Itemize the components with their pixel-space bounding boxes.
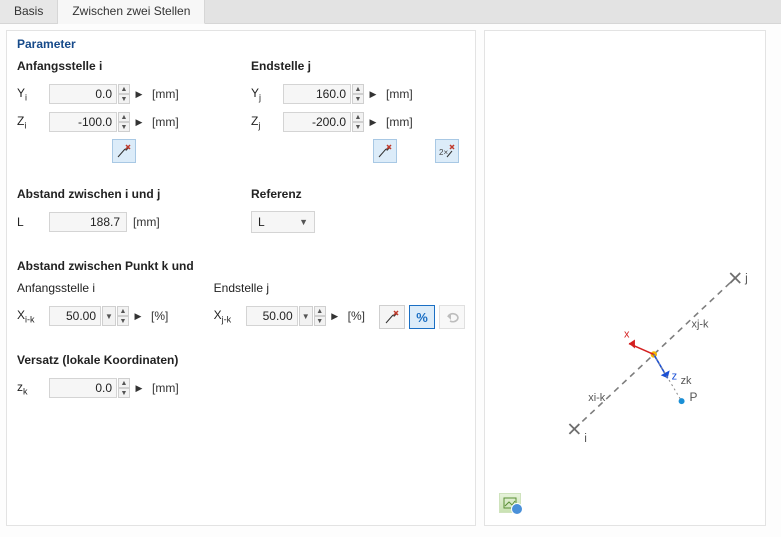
spinner-yi[interactable]: ▲ ▼ [118, 84, 130, 104]
spin-up-icon[interactable]: ▲ [352, 84, 364, 94]
spin-down-icon[interactable]: ▼ [118, 122, 130, 132]
label-yj: Yj [251, 86, 283, 102]
spinner-zj[interactable]: ▲ ▼ [352, 112, 364, 132]
label-distance-k: Abstand zwischen Punkt k und [17, 259, 465, 273]
undo-icon [444, 310, 460, 324]
label-offset: Versatz (lokale Koordinaten) [17, 353, 465, 367]
label-l: L [17, 215, 49, 229]
dropdown-xjk[interactable]: ▼ [299, 306, 313, 326]
label-startpoint-i: Anfangsstelle i [17, 59, 231, 73]
unit-percent: [%] [348, 309, 365, 323]
select-reference[interactable]: L ▼ [251, 211, 315, 233]
spinner-yj[interactable]: ▲ ▼ [352, 84, 364, 104]
input-yj[interactable]: 160.0 [283, 84, 351, 104]
dropdown-xik[interactable]: ▼ [102, 306, 116, 326]
label-endpoint-j-2: Endstelle j [214, 281, 365, 295]
spin-down-icon[interactable]: ▼ [118, 388, 130, 398]
spin-up-icon[interactable]: ▲ [118, 112, 130, 122]
input-zj[interactable]: -200.0 [283, 112, 351, 132]
spin-up-icon[interactable]: ▲ [118, 378, 130, 388]
unit-mm: [mm] [386, 115, 413, 129]
parameter-panel: Parameter Anfangsstelle i Yi 0.0 ▲ ▼ ▶ [… [6, 30, 476, 526]
label-zk: zk [17, 380, 49, 396]
spinner-zk[interactable]: ▲ ▼ [118, 378, 130, 398]
label-distance-ij: Abstand zwischen i und j [17, 187, 231, 201]
step-right-icon[interactable]: ▶ [132, 84, 146, 104]
select-reference-value: L [258, 215, 265, 229]
unit-mm: [mm] [152, 115, 179, 129]
app-window: Basis Zwischen zwei Stellen Parameter An… [0, 0, 781, 537]
diagram-label-j: j [744, 271, 748, 285]
spinner-xjk[interactable]: ▲ ▼ [314, 306, 326, 326]
spin-down-icon[interactable]: ▼ [314, 316, 326, 326]
spin-down-icon[interactable]: ▼ [352, 94, 364, 104]
label-reference: Referenz [251, 187, 465, 201]
step-right-icon[interactable]: ▶ [132, 378, 146, 398]
spin-down-icon[interactable]: ▼ [118, 94, 130, 104]
step-right-icon[interactable]: ▶ [366, 84, 380, 104]
input-xjk[interactable]: 50.00 [246, 306, 298, 326]
pick-point-i-button[interactable] [112, 139, 136, 163]
tab-bar: Basis Zwischen zwei Stellen [0, 0, 781, 24]
readout-distance: 188.7 [49, 212, 127, 232]
label-zi: Zi [17, 114, 49, 130]
label-endpoint-j: Endstelle j [251, 59, 465, 73]
panel-title: Parameter [17, 37, 465, 51]
label-zj: Zj [251, 114, 283, 130]
diagram-label-x: x [624, 329, 630, 341]
spinner-zi[interactable]: ▲ ▼ [118, 112, 130, 132]
unit-mm: [mm] [152, 87, 179, 101]
step-right-icon[interactable]: ▶ [131, 306, 145, 326]
chevron-down-icon: ▼ [299, 217, 308, 227]
diagram-label-xik: xi-k [588, 392, 606, 404]
image-icon [503, 497, 517, 509]
label-startpoint-i-2: Anfangsstelle i [17, 281, 194, 295]
unit-mm: [mm] [133, 215, 160, 229]
undo-button[interactable] [439, 305, 465, 329]
diagram-label-zk: zk [681, 375, 692, 387]
diagram-label-z: z [672, 370, 677, 382]
label-yi: Yi [17, 86, 49, 102]
spin-down-icon[interactable]: ▼ [117, 316, 129, 326]
input-xik[interactable]: 50.00 [49, 306, 101, 326]
unit-percent: [%] [151, 309, 168, 323]
diagram-label-p: P [690, 390, 698, 404]
diagram-label-i: i [584, 431, 587, 445]
svg-text:2×: 2× [439, 148, 448, 157]
spin-up-icon[interactable]: ▲ [118, 84, 130, 94]
spin-down-icon[interactable]: ▼ [352, 122, 364, 132]
preview-panel: i j x z zk P xi-k xj-k [484, 30, 766, 526]
pick-distance-button[interactable] [379, 305, 405, 329]
content-area: Parameter Anfangsstelle i Yi 0.0 ▲ ▼ ▶ [… [0, 24, 781, 532]
step-right-icon[interactable]: ▶ [132, 112, 146, 132]
input-yi[interactable]: 0.0 [49, 84, 117, 104]
tab-between-two-locations[interactable]: Zwischen zwei Stellen [58, 0, 205, 24]
spin-up-icon[interactable]: ▲ [117, 306, 129, 316]
input-zi[interactable]: -100.0 [49, 112, 117, 132]
preview-diagram: i j x z zk P xi-k xj-k [485, 31, 765, 525]
spin-up-icon[interactable]: ▲ [352, 112, 364, 122]
spinner-xik[interactable]: ▲ ▼ [117, 306, 129, 326]
pick-two-points-button[interactable]: 2× [435, 139, 459, 163]
diagram-label-xjk: xj-k [692, 319, 710, 331]
percent-toggle-button[interactable]: % [409, 305, 435, 329]
step-right-icon[interactable]: ▶ [328, 306, 342, 326]
unit-mm: [mm] [152, 381, 179, 395]
unit-mm: [mm] [386, 87, 413, 101]
label-xjk: Xj-k [214, 308, 246, 324]
preview-settings-button[interactable] [499, 493, 521, 513]
label-xik: Xi-k [17, 308, 49, 324]
step-right-icon[interactable]: ▶ [366, 112, 380, 132]
tab-basis[interactable]: Basis [0, 0, 58, 23]
input-zk[interactable]: 0.0 [49, 378, 117, 398]
pick-point-j-button[interactable] [373, 139, 397, 163]
spin-up-icon[interactable]: ▲ [314, 306, 326, 316]
